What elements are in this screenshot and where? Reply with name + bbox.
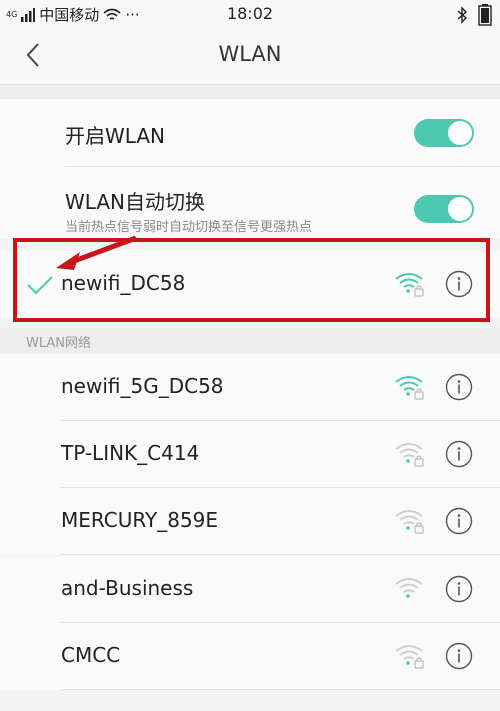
wifi-signal-lock-icon <box>395 510 424 534</box>
info-icon[interactable] <box>445 440 473 468</box>
network-row[interactable]: CMCC <box>0 623 500 690</box>
info-icon[interactable] <box>445 270 473 298</box>
battery-icon <box>478 4 492 26</box>
wifi-signal-icon <box>395 578 423 598</box>
network-row[interactable]: and-Business <box>0 556 500 623</box>
status-time: 18:02 <box>226 4 274 23</box>
annotation-arrow-icon <box>56 235 137 270</box>
toggle-knob <box>448 121 472 145</box>
row-divider <box>61 554 500 555</box>
enable-wlan-label: 开启WLAN <box>65 124 166 148</box>
row-divider <box>61 689 500 690</box>
info-icon[interactable] <box>445 575 473 603</box>
network-row[interactable]: MERCURY_859E <box>0 488 500 555</box>
enable-wlan-row[interactable]: 开启WLAN <box>0 99 500 167</box>
info-icon[interactable] <box>445 373 473 401</box>
status-right <box>456 4 492 26</box>
auto-switch-label: WLAN自动切换 <box>65 190 206 214</box>
section-gap <box>0 85 500 99</box>
network-name: MERCURY_859E <box>61 508 219 532</box>
toggle-knob <box>448 197 472 221</box>
status-bar: 4G 中国移动 ··· 18:02 <box>0 0 500 28</box>
wlan-networks-header: WLAN网络 <box>0 328 500 354</box>
wifi-signal-lock-icon <box>395 443 424 467</box>
enable-wlan-toggle[interactable] <box>414 119 474 147</box>
network-name: CMCC <box>61 643 121 667</box>
network-row[interactable]: newifi_5G_DC58 <box>0 354 500 421</box>
wifi-signal-lock-icon <box>395 645 424 669</box>
auto-switch-row[interactable]: WLAN自动切换 当前热点信号弱时自动切换至信号更强热点 <box>0 167 500 239</box>
app-header: WLAN <box>0 28 500 85</box>
wifi-signal-strong-lock-icon <box>395 273 424 297</box>
page-title: WLAN <box>218 42 282 66</box>
auto-switch-toggle[interactable] <box>414 195 474 223</box>
bluetooth-icon <box>457 6 468 24</box>
network-name: newifi_5G_DC58 <box>61 374 224 398</box>
network-name: TP-LINK_C414 <box>61 441 200 465</box>
section-label: WLAN网络 <box>26 336 92 351</box>
info-icon[interactable] <box>445 642 473 670</box>
network-row[interactable]: TP-LINK_C414 <box>0 421 500 488</box>
network-name: and-Business <box>61 576 194 600</box>
info-icon[interactable] <box>445 507 473 535</box>
wifi-signal-lock-icon <box>395 376 424 400</box>
